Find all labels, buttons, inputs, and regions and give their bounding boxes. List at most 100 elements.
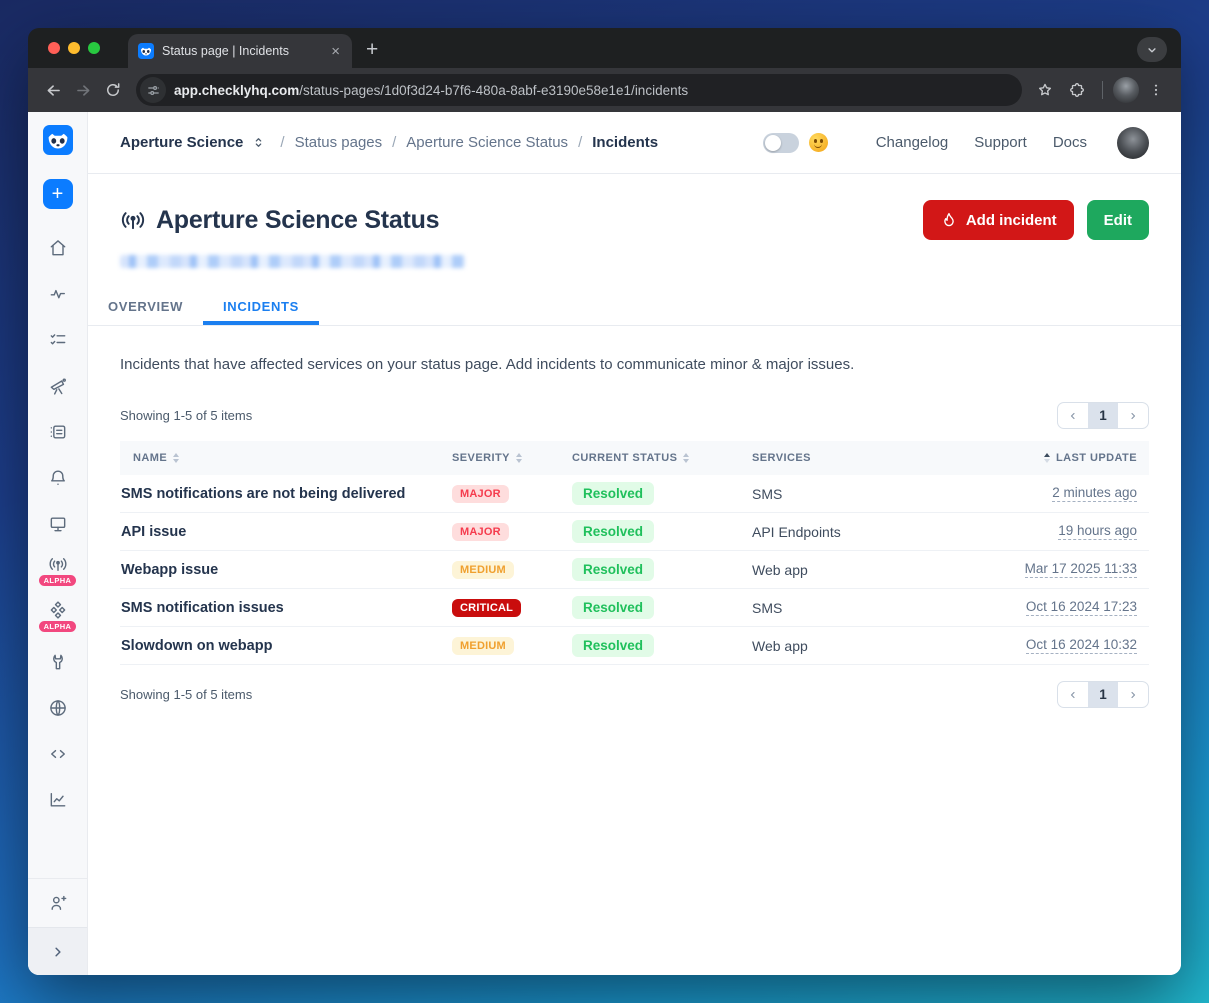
- showing-text: Showing 1-5 of 5 items: [120, 408, 252, 423]
- reload-button[interactable]: [98, 75, 128, 105]
- toggle-knob: [765, 135, 781, 151]
- docs-link[interactable]: Docs: [1053, 134, 1087, 151]
- back-icon: [44, 81, 63, 100]
- caret-updown-icon[interactable]: [251, 135, 266, 150]
- services-cell: Web app: [752, 638, 937, 654]
- sidebar-item-private-locations[interactable]: [28, 685, 87, 731]
- sidebar-item-maintenance-windows[interactable]: [28, 409, 87, 455]
- sidebar-expand-button[interactable]: [28, 927, 87, 975]
- form-box-icon: [48, 422, 68, 442]
- breadcrumb-separator: /: [392, 134, 396, 151]
- changelog-link[interactable]: Changelog: [876, 134, 949, 151]
- home-icon: [48, 238, 68, 258]
- smiley-emoji-icon: [809, 133, 828, 152]
- last-update-link[interactable]: 19 hours ago: [1058, 523, 1137, 540]
- page-header: Aperture Science Status Add incident Edi…: [120, 200, 1149, 240]
- add-incident-button[interactable]: Add incident: [923, 200, 1074, 240]
- account-switcher[interactable]: Aperture Science: [120, 134, 243, 151]
- minimize-window-button[interactable]: [68, 42, 80, 54]
- forward-button[interactable]: [68, 75, 98, 105]
- page-title: Aperture Science Status: [156, 206, 439, 235]
- prev-page-button[interactable]: [1058, 682, 1088, 707]
- tab-incidents[interactable]: INCIDENTS: [203, 288, 319, 325]
- browser-menu-button[interactable]: [1141, 75, 1171, 105]
- sidebar-item-dashboards[interactable]: [28, 501, 87, 547]
- table-header: NAME SEVERITY CURRENT STATUS SERVICES LA…: [120, 441, 1149, 475]
- create-button[interactable]: +: [43, 179, 73, 209]
- sidebar-item-alerts[interactable]: [28, 455, 87, 501]
- zoom-window-button[interactable]: [88, 42, 100, 54]
- sidebar-item-maintenance[interactable]: [28, 639, 87, 685]
- sidebar-item-home[interactable]: [28, 225, 87, 271]
- browser-profile-avatar[interactable]: [1113, 77, 1139, 103]
- breadcrumb-separator: /: [280, 134, 284, 151]
- table-row[interactable]: API issue MAJOR Resolved API Endpoints 1…: [120, 513, 1149, 551]
- list-controls-top: Showing 1-5 of 5 items 1: [120, 402, 1149, 429]
- sidebar-item-groups[interactable]: ALPHA: [28, 593, 87, 639]
- column-current-status[interactable]: CURRENT STATUS: [572, 452, 752, 464]
- incident-name: API issue: [120, 524, 452, 540]
- toolbar-right: [1030, 75, 1171, 105]
- list-controls-bottom: Showing 1-5 of 5 items 1: [120, 681, 1149, 708]
- theme-toggle-group: [763, 133, 828, 153]
- next-page-button[interactable]: [1118, 682, 1148, 707]
- app-shell: + ALPHA ALPHA: [28, 112, 1181, 975]
- column-severity[interactable]: SEVERITY: [452, 452, 572, 464]
- incident-name: Slowdown on webapp: [120, 638, 452, 654]
- current-page-number[interactable]: 1: [1088, 682, 1118, 707]
- breadcrumb-status-pages[interactable]: Status pages: [295, 134, 383, 151]
- table-row[interactable]: SMS notification issues CRITICAL Resolve…: [120, 589, 1149, 627]
- table-row[interactable]: Webapp issue MEDIUM Resolved Web app Mar…: [120, 551, 1149, 589]
- new-tab-button[interactable]: +: [366, 39, 378, 60]
- close-window-button[interactable]: [48, 42, 60, 54]
- invite-user-button[interactable]: [28, 878, 87, 927]
- site-info-button[interactable]: [140, 77, 166, 103]
- severity-badge: MAJOR: [452, 485, 509, 503]
- tab-close-icon[interactable]: ×: [327, 44, 344, 59]
- checkly-raccoon-logo[interactable]: [43, 125, 73, 155]
- sort-icon: [173, 453, 179, 463]
- bookmark-button[interactable]: [1030, 75, 1060, 105]
- redacted-status-page-link[interactable]: [120, 255, 465, 268]
- edit-label: Edit: [1104, 212, 1132, 229]
- last-update-link[interactable]: Oct 16 2024 10:32: [1026, 637, 1137, 654]
- list-checks-icon: [48, 330, 68, 350]
- broadcast-icon: [120, 207, 146, 233]
- breadcrumb-status-page-name[interactable]: Aperture Science Status: [406, 134, 568, 151]
- sidebar-item-snippets[interactable]: [28, 731, 87, 777]
- column-last-update[interactable]: LAST UPDATE: [937, 452, 1149, 464]
- tab-overview[interactable]: OVERVIEW: [88, 288, 203, 325]
- sidebar-item-analytics[interactable]: [28, 777, 87, 823]
- sort-icon: [516, 453, 522, 463]
- incidents-table: NAME SEVERITY CURRENT STATUS SERVICES LA…: [120, 441, 1149, 665]
- browser-tab[interactable]: Status page | Incidents ×: [128, 34, 352, 68]
- current-page-number[interactable]: 1: [1088, 403, 1118, 428]
- last-update-link[interactable]: 2 minutes ago: [1052, 485, 1137, 502]
- table-row[interactable]: Slowdown on webapp MEDIUM Resolved Web a…: [120, 627, 1149, 665]
- sidebar-item-monitors[interactable]: [28, 271, 87, 317]
- sidebar-item-checks[interactable]: [28, 317, 87, 363]
- edit-button[interactable]: Edit: [1087, 200, 1149, 240]
- next-page-button[interactable]: [1118, 403, 1148, 428]
- alpha-badge: ALPHA: [39, 575, 77, 586]
- prev-page-button[interactable]: [1058, 403, 1088, 428]
- column-services: SERVICES: [752, 452, 937, 464]
- bell-icon: [48, 468, 68, 488]
- table-row[interactable]: SMS notifications are not being delivere…: [120, 475, 1149, 513]
- tab-search-button[interactable]: [1137, 37, 1167, 62]
- theme-toggle[interactable]: [763, 133, 799, 153]
- extensions-button[interactable]: [1062, 75, 1092, 105]
- sidebar-item-status-pages[interactable]: ALPHA: [28, 547, 87, 593]
- back-button[interactable]: [38, 75, 68, 105]
- column-name[interactable]: NAME: [120, 452, 452, 464]
- wrench-icon: [48, 652, 68, 672]
- breadcrumb-separator: /: [578, 134, 582, 151]
- url-host: app.checklyhq.com: [174, 83, 299, 98]
- support-link[interactable]: Support: [974, 134, 1027, 151]
- url-bar[interactable]: app.checklyhq.com/status-pages/1d0f3d24-…: [136, 74, 1022, 106]
- sidebar-item-explore[interactable]: [28, 363, 87, 409]
- last-update-link[interactable]: Mar 17 2025 11:33: [1025, 561, 1137, 578]
- pagination: 1: [1057, 402, 1149, 429]
- user-avatar[interactable]: [1117, 127, 1149, 159]
- last-update-link[interactable]: Oct 16 2024 17:23: [1026, 599, 1137, 616]
